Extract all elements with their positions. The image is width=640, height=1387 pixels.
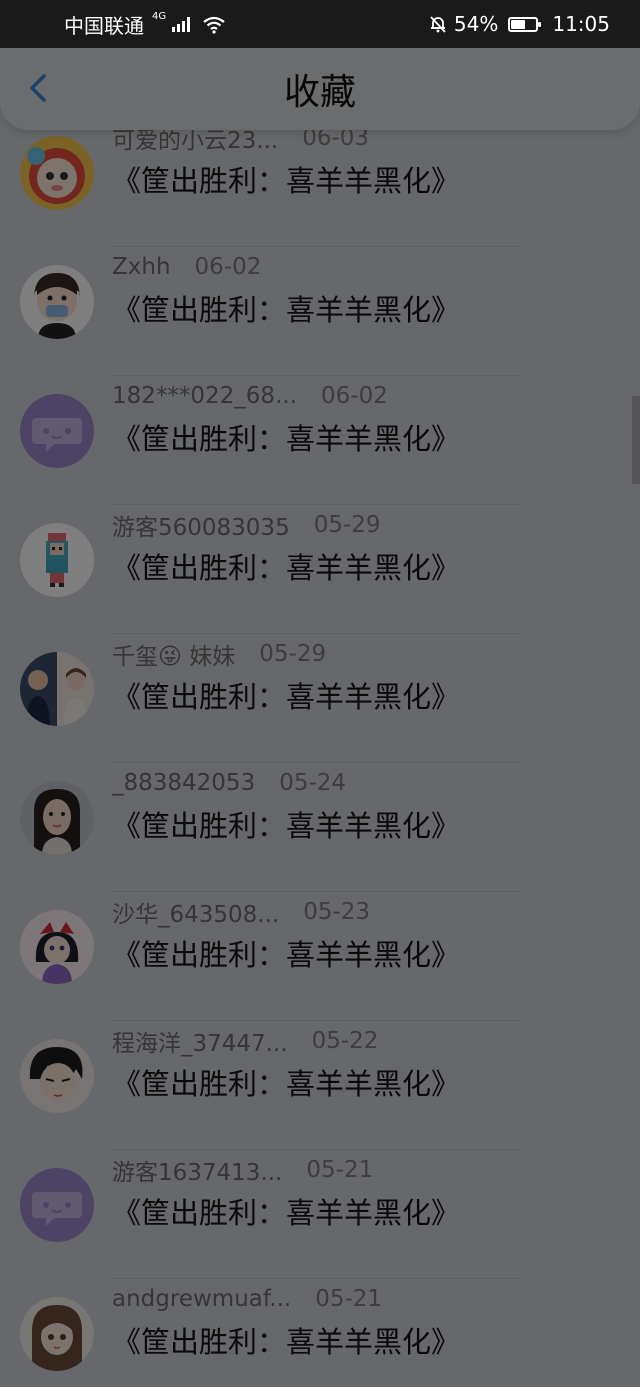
wifi-icon <box>202 15 226 34</box>
user-avatar[interactable] <box>20 265 94 339</box>
user-avatar[interactable] <box>20 652 94 726</box>
favorite-item[interactable]: 千玺😜 妹妹 05-29 《筐出胜利：喜羊羊黑化》 <box>0 634 640 763</box>
user-avatar[interactable] <box>20 781 94 855</box>
favorite-item[interactable]: _883842053 05-24 《筐出胜利：喜羊羊黑化》 <box>0 763 640 892</box>
item-date: 05-24 <box>279 770 347 796</box>
chevron-left-icon <box>30 74 46 102</box>
user-avatar[interactable] <box>20 136 94 210</box>
favorite-item[interactable]: 程海洋_37447... 05-22 《筐出胜利：喜羊羊黑化》 <box>0 1021 640 1150</box>
user-name[interactable]: 沙华_643508... <box>112 895 279 929</box>
mute-bell-icon <box>428 14 448 34</box>
favorite-item[interactable]: 沙华_643508... 05-23 《筐出胜利：喜羊羊黑化》 <box>0 892 640 1021</box>
app-screen: 收藏 可爱的小云23... 06-03 《筐出胜利：喜羊羊黑化》 Zxhh 06… <box>0 48 640 1387</box>
favorite-item[interactable]: 游客1637413... 05-21 《筐出胜利：喜羊羊黑化》 <box>0 1150 640 1279</box>
page-title: 收藏 <box>283 72 356 113</box>
battery-icon <box>508 16 542 32</box>
work-title[interactable]: 《筐出胜利：喜羊羊黑化》 <box>112 287 460 329</box>
item-date: 05-23 <box>303 899 371 925</box>
item-date: 05-29 <box>259 641 327 667</box>
user-name[interactable]: 游客560083035 <box>112 508 290 542</box>
item-meta: 游客560083035 05-29 <box>112 508 381 542</box>
item-meta: _883842053 05-24 <box>112 769 346 797</box>
item-meta: 程海洋_37447... 05-22 <box>112 1024 379 1058</box>
work-title[interactable]: 《筐出胜利：喜羊羊黑化》 <box>112 158 460 200</box>
network-type: 4G <box>152 10 167 22</box>
back-button[interactable] <box>22 70 58 106</box>
item-meta: 千玺😜 妹妹 05-29 <box>112 637 327 671</box>
item-meta: Zxhh 06-02 <box>112 253 261 281</box>
work-title[interactable]: 《筐出胜利：喜羊羊黑化》 <box>112 545 460 587</box>
item-date: 05-29 <box>313 512 381 538</box>
user-name[interactable]: 游客1637413... <box>112 1153 282 1187</box>
favorite-item[interactable]: andgrewmuaf... 05-21 《筐出胜利：喜羊羊黑化》 <box>0 1279 640 1387</box>
work-title[interactable]: 《筐出胜利：喜羊羊黑化》 <box>112 416 460 458</box>
user-avatar[interactable] <box>20 523 94 597</box>
clock: 11:05 <box>552 12 610 36</box>
work-title[interactable]: 《筐出胜利：喜羊羊黑化》 <box>112 674 460 716</box>
work-title[interactable]: 《筐出胜利：喜羊羊黑化》 <box>112 803 460 845</box>
favorite-item[interactable]: 可爱的小云23... 06-03 《筐出胜利：喜羊羊黑化》 <box>0 118 640 247</box>
item-meta: 游客1637413... 05-21 <box>112 1153 374 1187</box>
user-name[interactable]: _883842053 <box>112 770 255 796</box>
item-meta: 182***022_68... 06-02 <box>112 382 388 410</box>
scrollbar[interactable] <box>632 396 640 484</box>
status-left: 中国联通 4G <box>64 10 226 39</box>
item-date: 06-02 <box>194 254 262 280</box>
user-name[interactable]: 千玺😜 妹妹 <box>112 637 235 671</box>
work-title[interactable]: 《筐出胜利：喜羊羊黑化》 <box>112 1190 460 1232</box>
favorite-item[interactable]: 游客560083035 05-29 《筐出胜利：喜羊羊黑化》 <box>0 505 640 634</box>
user-avatar[interactable] <box>20 394 94 468</box>
item-meta: andgrewmuaf... 05-21 <box>112 1285 382 1313</box>
user-name[interactable]: 程海洋_37447... <box>112 1024 288 1058</box>
user-avatar[interactable] <box>20 1297 94 1371</box>
status-bar: 中国联通 4G 54% 11:05 <box>0 0 640 48</box>
battery-percent: 54% <box>453 12 499 36</box>
user-name[interactable]: andgrewmuaf... <box>112 1286 291 1312</box>
user-name[interactable]: Zxhh <box>112 254 171 280</box>
item-date: 05-21 <box>315 1286 383 1312</box>
carrier-label: 中国联通 <box>64 13 144 38</box>
status-right: 54% 11:05 <box>428 12 610 36</box>
item-date: 05-22 <box>311 1028 379 1054</box>
work-title[interactable]: 《筐出胜利：喜羊羊黑化》 <box>112 1061 460 1103</box>
work-title[interactable]: 《筐出胜利：喜羊羊黑化》 <box>112 1319 460 1361</box>
user-avatar[interactable] <box>20 910 94 984</box>
item-date: 05-21 <box>306 1157 374 1183</box>
favorite-item[interactable]: 182***022_68... 06-02 《筐出胜利：喜羊羊黑化》 <box>0 376 640 505</box>
favorite-item[interactable]: Zxhh 06-02 《筐出胜利：喜羊羊黑化》 <box>0 247 640 376</box>
user-avatar[interactable] <box>20 1039 94 1113</box>
work-title[interactable]: 《筐出胜利：喜羊羊黑化》 <box>112 932 460 974</box>
app-header: 收藏 <box>0 48 640 130</box>
user-avatar[interactable] <box>20 1168 94 1242</box>
item-meta: 沙华_643508... 05-23 <box>112 895 371 929</box>
item-date: 06-02 <box>321 383 388 409</box>
signal-icon <box>172 16 191 32</box>
user-name[interactable]: 182***022_68... <box>112 383 297 409</box>
